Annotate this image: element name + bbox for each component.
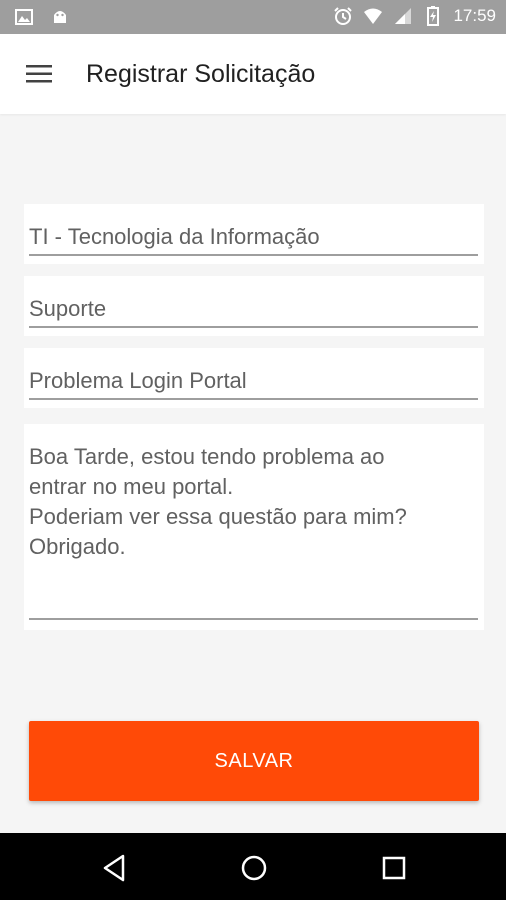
wifi-icon — [363, 6, 383, 26]
menu-button[interactable] — [20, 56, 60, 92]
description-field[interactable]: Boa Tarde, estou tendo problema ao entra… — [29, 442, 474, 562]
subject-value: Problema Login Portal — [29, 368, 247, 393]
navigation-bar — [0, 833, 506, 900]
subject-card: Problema Login Portal — [24, 348, 484, 408]
category-value: Suporte — [29, 296, 107, 321]
recent-apps-button[interactable] — [376, 850, 412, 886]
battery-charging-icon — [423, 6, 443, 26]
category-field[interactable]: Suporte — [29, 284, 478, 336]
home-icon — [241, 855, 267, 881]
signal-icon — [393, 6, 413, 26]
subject-field[interactable]: Problema Login Portal — [29, 356, 478, 408]
app-bar: Registrar Solicitação — [0, 34, 506, 114]
image-icon — [14, 7, 34, 27]
status-bar: 17:59 — [0, 0, 506, 34]
save-button[interactable]: SALVAR — [29, 721, 479, 801]
department-card: TI - Tecnologia da Informação — [24, 204, 484, 264]
alarm-icon — [333, 6, 353, 26]
home-button[interactable] — [236, 850, 272, 886]
description-card: Boa Tarde, estou tendo problema ao entra… — [24, 424, 484, 630]
recent-apps-icon — [382, 856, 406, 880]
category-card: Suporte — [24, 276, 484, 336]
hamburger-menu-icon — [26, 65, 52, 83]
back-button[interactable] — [97, 850, 133, 886]
subject-underline — [29, 398, 478, 400]
page-title: Registrar Solicitação — [86, 60, 316, 88]
category-underline — [29, 326, 478, 328]
department-underline — [29, 254, 478, 256]
department-field[interactable]: TI - Tecnologia da Informação — [29, 212, 478, 264]
status-time: 17:59 — [453, 6, 496, 25]
description-underline — [29, 618, 478, 620]
android-icon — [50, 7, 70, 27]
back-icon — [103, 854, 125, 882]
department-value: TI - Tecnologia da Informação — [29, 224, 320, 249]
